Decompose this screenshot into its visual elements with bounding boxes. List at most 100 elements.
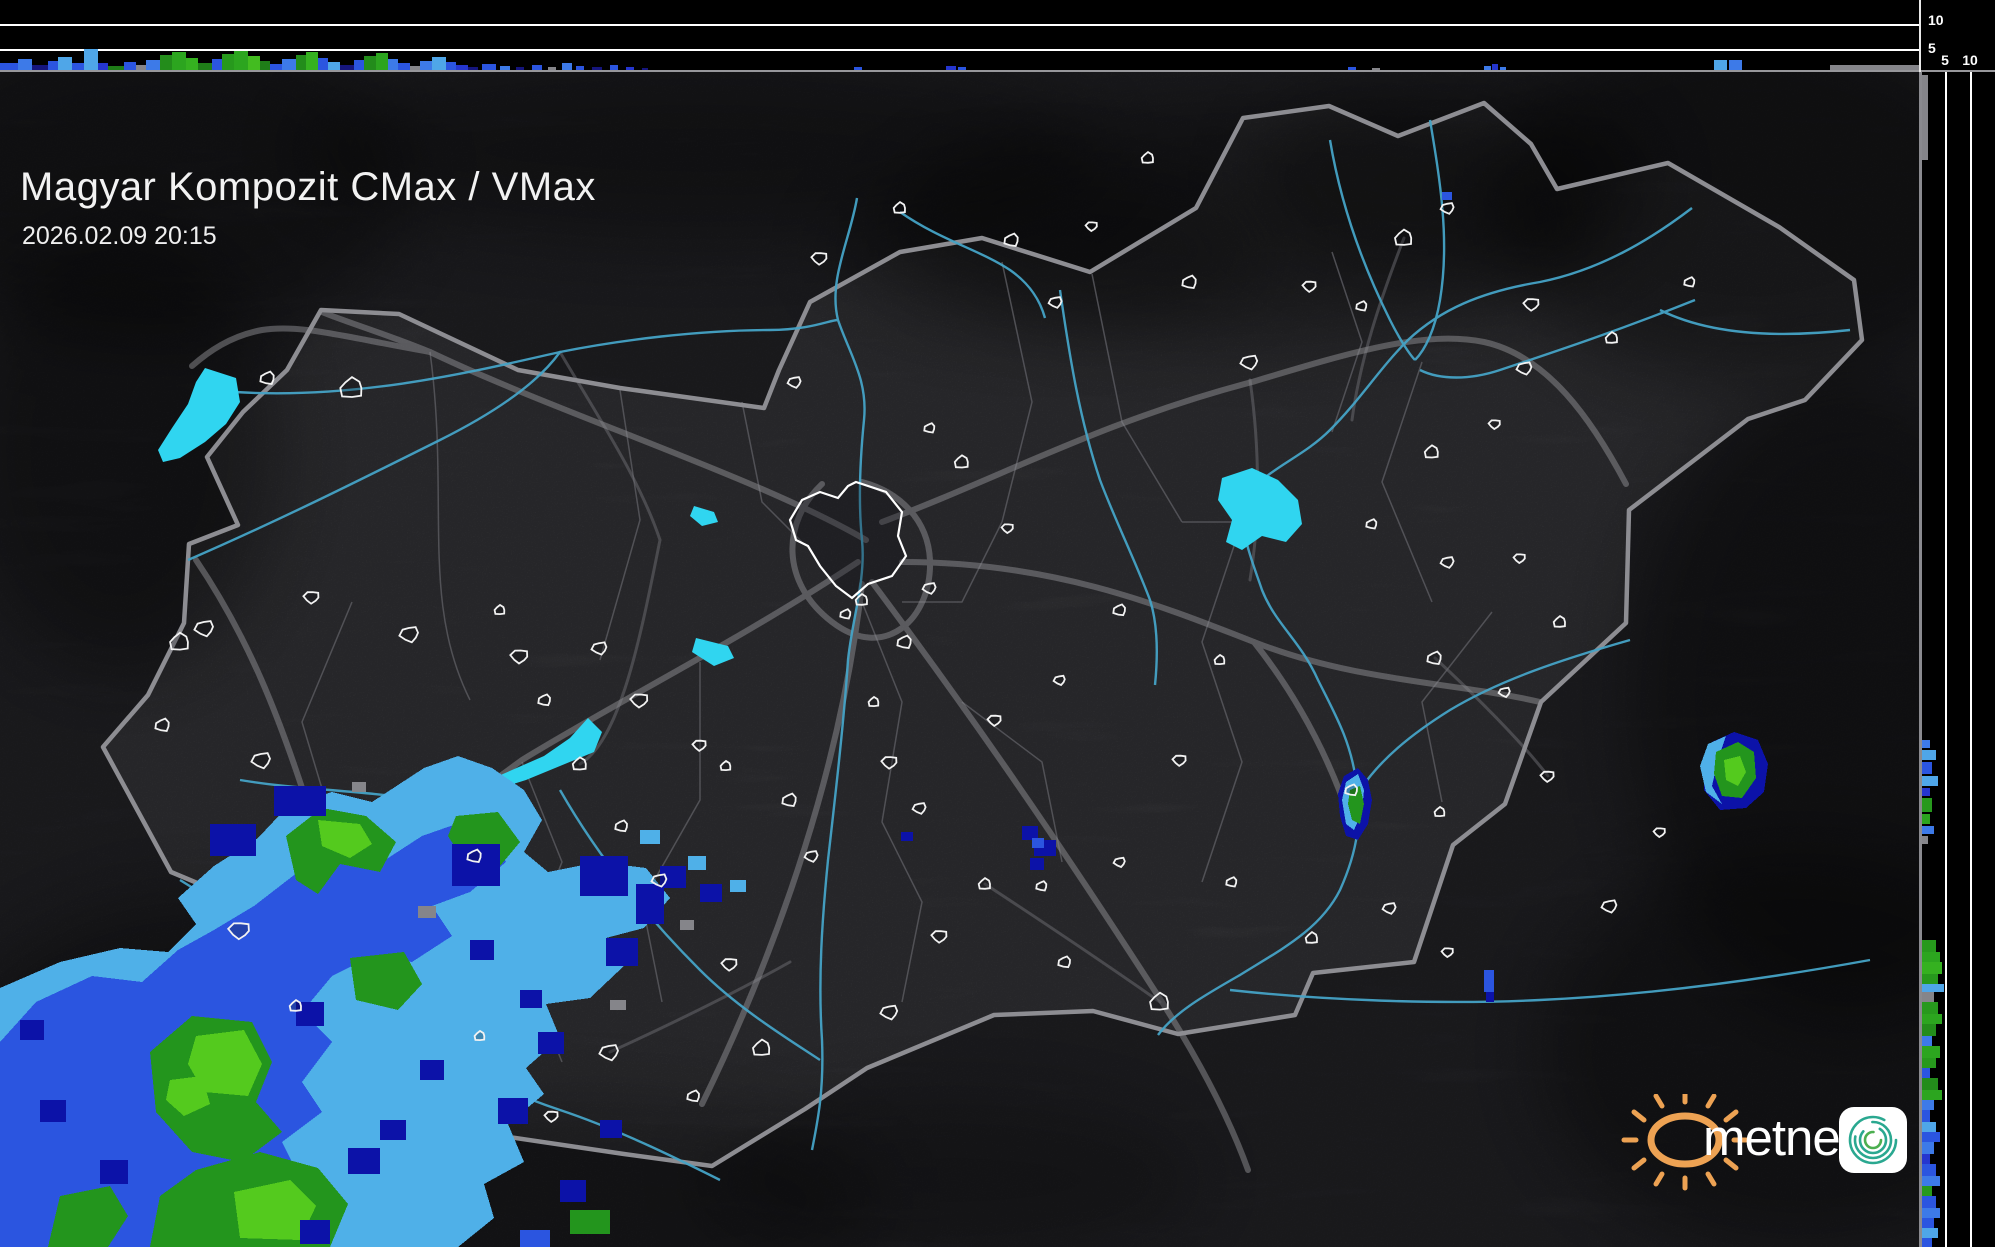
timestamp: 2026.02.09 20:15: [22, 222, 217, 251]
profile-separator-top: [1919, 0, 1921, 72]
right-profile-bar: [1922, 1132, 1940, 1142]
radar-map: Magyar Kompozit CMax / VMax 2026.02.09 2…: [0, 72, 1921, 1247]
precip-pixel: [1486, 992, 1494, 1002]
precip-pixel: [100, 1160, 128, 1184]
right-profile-bar: [1922, 1002, 1938, 1014]
precip-pixel: [20, 1020, 44, 1040]
right-profile-bar: [1922, 826, 1934, 834]
top-profile-bar: [84, 49, 98, 71]
right-profile-bar: [1922, 1176, 1940, 1186]
precip-pixel: [348, 1148, 380, 1174]
precip-pixel: [210, 824, 256, 856]
right-profile-bar: [1922, 1142, 1934, 1154]
precip-pixel: [640, 830, 660, 844]
right-profile-bar: [1922, 1058, 1936, 1068]
page-title: Magyar Kompozit CMax / VMax: [20, 165, 596, 210]
precip-pixel: [1030, 858, 1044, 870]
right-profile-bar: [1922, 798, 1932, 812]
precip-pixel: [901, 832, 913, 841]
top-profile-bar: [306, 52, 318, 71]
right-profile-bar: [1922, 1046, 1940, 1058]
right-axis-tick-10: 10: [1959, 52, 1981, 68]
precip-pixel: [498, 1098, 528, 1124]
precip-pixel: [700, 884, 722, 902]
precip-pixel: [300, 1220, 330, 1244]
right-profile-bar: [1922, 1164, 1936, 1176]
right-profile-bar: [1922, 984, 1944, 992]
top-profile-bar: [376, 53, 388, 71]
right-profile-bar: [1922, 1024, 1936, 1036]
metnet-app-icon: [1838, 1106, 1908, 1174]
brand-wordmark: metnet: [1703, 1108, 1853, 1167]
top-profile-bar: [234, 51, 248, 71]
precip-pixel: [538, 1032, 564, 1054]
precip-pixel: [680, 920, 694, 930]
precip-pixel: [418, 906, 436, 918]
precip-pixel: [1442, 192, 1452, 200]
right-profile-bar: [1922, 1238, 1932, 1247]
top-profile-bar: [222, 54, 234, 71]
right-profile-bar: [1922, 1014, 1942, 1024]
right-profile-bar: [1922, 974, 1938, 984]
precip-pixel: [560, 1180, 586, 1202]
right-profile-bar: [1922, 1228, 1938, 1238]
precip-pixel: [40, 1100, 66, 1122]
right-profile-bar: [1922, 1068, 1930, 1078]
top-profile-bar: [432, 57, 446, 71]
top-axis-tick-5: 5: [1928, 40, 1936, 56]
precip-pixel: [470, 940, 494, 960]
precip-pixel: [420, 1060, 444, 1080]
precip-pixel: [570, 1210, 610, 1234]
top-profile-bar: [172, 52, 186, 71]
right-profile-bar: [1922, 750, 1936, 760]
right-profile-bar: [1922, 940, 1936, 952]
precip-pixel: [520, 1230, 550, 1247]
right-vertical-profile: 10 5 5 10: [1920, 0, 1995, 1247]
right-profile-bar: [1922, 762, 1932, 774]
precip-pixel: [1022, 826, 1038, 840]
right-profile-bar: [1922, 992, 1934, 1002]
precip-pixel: [688, 856, 706, 870]
right-profile-bar: [1922, 836, 1928, 844]
precip-pixel: [274, 786, 326, 816]
precip-pixel: [636, 884, 664, 924]
right-profile-bar: [1922, 1218, 1934, 1228]
radar-composite-screen: Magyar Kompozit CMax / VMax 2026.02.09 2…: [0, 0, 1995, 1247]
top-profile-bar: [248, 56, 260, 71]
top-profile-10km-line: [0, 24, 1920, 26]
right-profile-bar: [1922, 814, 1930, 824]
top-profile-bar: [364, 56, 376, 71]
right-profile-bar: [1922, 1090, 1942, 1100]
right-profile-bar: [1922, 1110, 1930, 1122]
precip-pixel: [606, 938, 638, 966]
right-profile-bar: [1922, 776, 1938, 786]
right-profile-5km-line: [1945, 72, 1947, 1247]
right-profile-bar: [1922, 962, 1942, 974]
top-profile-5km-line: [0, 49, 1920, 51]
top-axis-tick-10: 10: [1928, 12, 1944, 28]
precip-pixel: [600, 1120, 622, 1138]
right-profile-bar: [1922, 1100, 1934, 1110]
hungary-map-canvas: [0, 72, 1921, 1247]
top-profile-bar: [58, 57, 72, 71]
top-profile-bar: [160, 55, 172, 71]
precip-pixel: [1032, 838, 1044, 848]
top-profile-baseline: [0, 70, 1920, 72]
right-profile-bar: [1922, 1122, 1936, 1132]
right-profile-bar: [1922, 1208, 1940, 1218]
right-profile-bar: [1922, 952, 1940, 962]
right-profile-bar: [1922, 740, 1930, 748]
right-profile-bar: [1922, 1078, 1938, 1090]
precip-pixel: [610, 1000, 626, 1010]
precip-pixel: [380, 1120, 406, 1140]
precip-pixel: [520, 990, 542, 1008]
right-axis-tick-5: 5: [1936, 52, 1954, 68]
right-profile-bar: [1922, 1154, 1930, 1164]
precip-pixel: [730, 880, 746, 892]
right-profile-baseline: [1920, 70, 1995, 72]
top-vertical-profile: [0, 0, 1920, 72]
right-profile-bar: [1922, 788, 1930, 796]
right-profile-bar: [1922, 1036, 1932, 1046]
right-profile-10km-line: [1970, 72, 1972, 1247]
right-profile-bar: [1922, 1186, 1932, 1196]
